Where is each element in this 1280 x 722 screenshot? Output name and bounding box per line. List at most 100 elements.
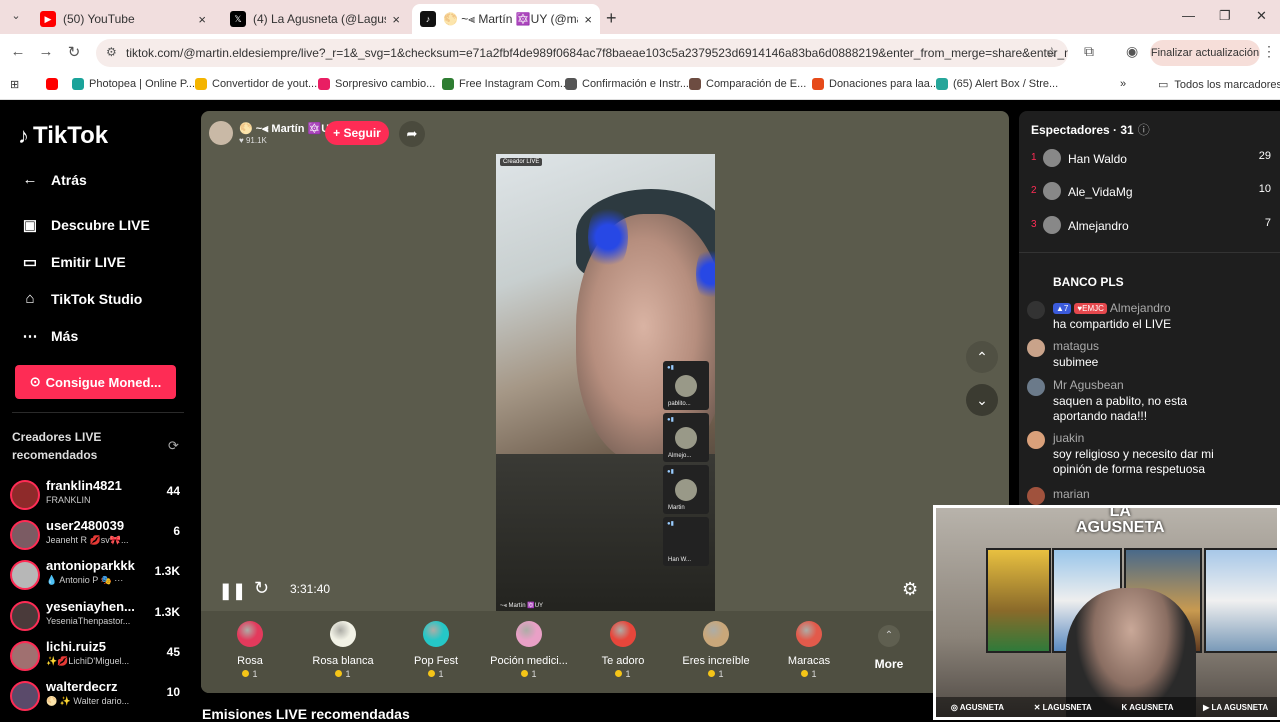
site-info-icon[interactable]: ⚙ [106,45,117,59]
top-viewer-row[interactable]: 2 Ale_VidaMg 10 [1031,179,1271,209]
next-live-chevron-down-icon[interactable]: ⌄ [966,384,998,416]
tab-tiktok-live[interactable]: ♪ 🌕 ~⫷ Martín 🔯UY (@martin.eld... × [412,4,600,34]
tiktok-logo[interactable]: ♪ TikTok [18,122,108,150]
guest-avatar [675,479,697,501]
gift-item[interactable]: Rosa blanca 1 [303,621,383,679]
guest-tile[interactable]: ●▮ Han W... [663,517,709,566]
tab-search-icon[interactable]: ⌄ [8,9,24,25]
host-avatar[interactable] [209,121,233,145]
gift-price: 1 [489,669,569,679]
coin-icon [335,670,343,677]
guest-avatar [675,427,697,449]
guest-tile[interactable]: ●▮ Martin [663,465,709,514]
top-viewer-row[interactable]: 3 Almejandro 7 [1031,213,1271,243]
bookmark-youtube[interactable] [46,78,63,90]
message-text: saquen a pablito, no esta aportando nada… [1053,394,1188,423]
new-tab-button[interactable]: + [606,8,617,29]
menu-kebab-icon[interactable]: ⋮ [1262,43,1276,60]
nav-more[interactable]: ⋯ Más [20,327,79,345]
chat-username[interactable]: matagus [1053,339,1099,353]
gift-item[interactable]: Eres increíble 1 [676,621,756,679]
nav-discover-live[interactable]: ▣ Descubre LIVE [20,216,150,234]
youtube-handle: ▶ LA AGUSNETA [1203,702,1269,712]
tab-youtube[interactable]: ▶ (50) YouTube × [32,4,214,34]
get-coins-button[interactable]: ⊙ Consigue Moned... [15,365,176,399]
chat-username[interactable]: juakin [1053,431,1084,445]
gift-item[interactable]: Pop Fest 1 [396,621,476,679]
gift-price: 1 [583,669,663,679]
profile-icon[interactable]: ◉ [1126,43,1138,60]
more-gifts-button[interactable]: ⌃ More [873,625,905,671]
live-player[interactable]: 🌕 ~⫷ Martín 🔯UY ♥ 91.1K + Seguir ➦ Cread… [201,111,1009,693]
more-bookmarks-icon[interactable]: » [1120,78,1126,90]
chat-username[interactable]: Mr Agusbean [1053,378,1124,392]
bookmark-5[interactable]: Comparación de E... [689,78,806,90]
gift-item[interactable]: Maracas 1 [769,621,849,679]
info-icon[interactable]: ⓘ [1138,123,1150,137]
creator-username: lichi.ruiz5 [46,639,106,654]
window-close-icon[interactable]: ✕ [1256,8,1267,24]
rank-number: 2 [1031,185,1037,196]
all-bookmarks[interactable]: ▭ Todos los marcadores [1158,78,1280,92]
close-icon[interactable]: × [584,12,592,27]
viewers-header[interactable]: Espectadores · 31 ⓘ [1031,121,1150,138]
creators-header: Creadores LIVE recomendados [12,430,102,462]
creator-item[interactable]: antonioparkkk 💧 Antonio P 🎭 ··· 1.3K [10,558,182,598]
chat-username[interactable]: marian [1053,487,1090,501]
creator-item[interactable]: yeseniayhen... YeseniaThenpastor... 1.3K [10,599,182,639]
nav-tiktok-studio[interactable]: ⌂ TikTok Studio [20,290,142,307]
bookmark-star-icon[interactable]: ☆ [1045,44,1058,61]
close-icon[interactable]: × [392,12,400,27]
tab-x-twitter[interactable]: 𝕏 (4) La Agusneta (@Lagusneta) / X × [222,4,408,34]
guest-tile[interactable]: ●▮ pablito... [663,361,709,410]
gift-item[interactable]: Poción medici... 1 [489,621,569,679]
bookmark-2[interactable]: Sorpresivo cambio... [318,78,435,90]
guest-tile[interactable]: ●▮ Almejo... [663,413,709,462]
gift-item[interactable]: Te adoro 1 [583,621,663,679]
avatar [1027,487,1045,505]
creator-username: franklin4821 [46,478,122,493]
coins-label: Consigue Moned... [45,374,162,390]
gift-price-value: 1 [811,669,817,679]
minimize-icon[interactable]: — [1182,8,1195,23]
bookmark-4[interactable]: Confirmación e Instr... [565,78,689,90]
host-info[interactable]: 🌕 ~⫷ Martín 🔯UY ♥ 91.1K [209,119,336,147]
logo-text: AGUSNETA [1076,519,1165,536]
refresh-icon[interactable]: ⟳ [168,438,179,454]
finish-update-button[interactable]: Finalizar actualización [1150,40,1260,66]
reload-icon[interactable]: ↻ [64,43,84,61]
bookmark-0[interactable]: Photopea | Online P... [72,78,195,90]
camera-icon: ▭ [22,254,38,271]
close-icon[interactable]: × [198,12,206,27]
address-bar[interactable]: ⚙ tiktok.com/@martin.eldesiempre/live?_r… [96,39,1068,67]
creator-item[interactable]: franklin4821 FRANKLIN 44 [10,478,182,518]
bookmark-6[interactable]: Donaciones para laa... [812,78,939,90]
extensions-icon[interactable]: ⧉ [1084,43,1094,60]
creator-item[interactable]: walterdecrz 🌕 ✨ Walter dario... 10 [10,679,182,719]
pause-icon[interactable]: ❚❚ [219,581,246,601]
host-name: 🌕 ~⫷ Martín 🔯UY [239,122,337,135]
viewer-count: 10 [166,685,180,699]
nav-back[interactable]: ← Atrás [20,171,87,188]
top-viewer-row[interactable]: 1 Han Waldo 29 [1031,146,1271,176]
bookmark-7[interactable]: (65) Alert Box / Stre... [936,78,1058,90]
bookmark-3[interactable]: Free Instagram Com... [442,78,569,90]
creator-item[interactable]: lichi.ruiz5 ✨💋LichiD'Miguel... 45 [10,639,182,679]
chat-username[interactable]: Almejandro [1110,301,1171,315]
restore-icon[interactable]: ❐ [1219,8,1231,24]
youtube-icon [46,78,58,90]
apps-grid-icon[interactable]: ⊞ [10,78,19,91]
la-agusneta-logo: LA AGUSNETA [1076,508,1165,536]
share-arrow-icon[interactable]: ➦ [399,121,425,147]
nav-label: Emitir LIVE [51,254,126,270]
gift-item[interactable]: Rosa 1 [210,621,290,679]
bookmark-1[interactable]: Convertidor de yout... [195,78,317,90]
refresh-icon[interactable]: ↻ [254,578,269,599]
back-arrow-icon[interactable]: ← [8,43,28,60]
follow-button[interactable]: + Seguir [325,121,389,145]
creator-item[interactable]: user2480039 Jeaneht R 💋sv🎀... 6 [10,518,182,558]
settings-gear-icon[interactable]: ⚙ [902,579,918,600]
previous-live-chevron-up-icon[interactable]: ⌃ [966,341,998,373]
forward-arrow-icon[interactable]: → [36,43,56,60]
nav-go-live[interactable]: ▭ Emitir LIVE [20,253,126,271]
